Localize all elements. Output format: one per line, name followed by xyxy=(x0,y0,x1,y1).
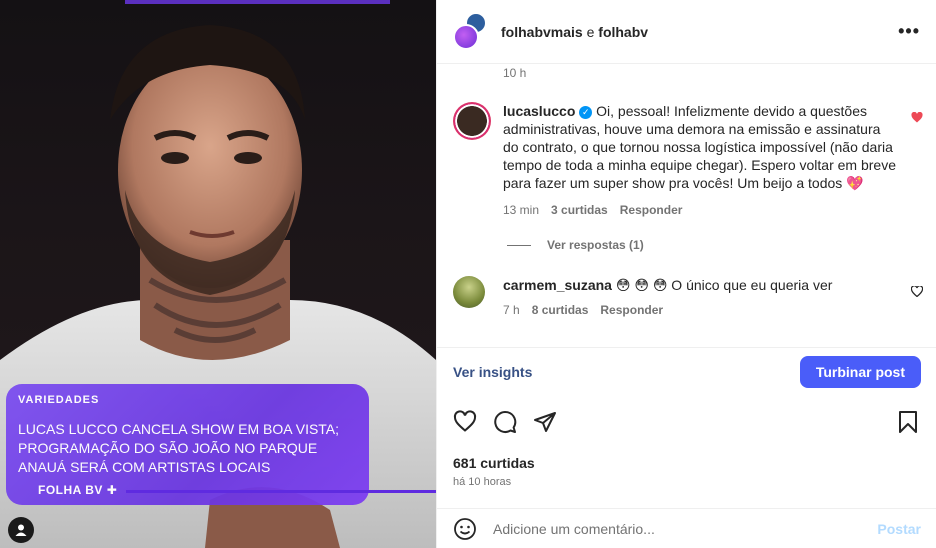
add-comment-bar: Adicione um comentário... Postar xyxy=(437,508,936,548)
save-bookmark-icon[interactable] xyxy=(897,410,919,434)
post-sidebar: folhabvmais e folhabv ••• 10 h lucaslucc… xyxy=(436,0,936,548)
avatar[interactable] xyxy=(453,276,485,308)
comment-text: 😳 😳 😳 O único que eu queria ver xyxy=(615,277,833,293)
like-icon[interactable] xyxy=(453,410,477,434)
comment-time: 7 h xyxy=(503,303,520,317)
news-brand: FOLHA BV ✚ xyxy=(38,483,118,497)
author-link-2[interactable]: folhabv xyxy=(598,24,648,40)
comment-username[interactable]: carmem_suzana xyxy=(503,277,612,293)
share-icon[interactable] xyxy=(533,410,557,434)
verified-badge-icon: ✓ xyxy=(579,106,593,119)
post-caption-time: 10 h xyxy=(503,66,527,80)
post-comment-button[interactable]: Postar xyxy=(877,521,921,537)
comment-body: lucaslucco ✓ Oi, pessoal! Infelizmente d… xyxy=(503,102,898,192)
user-icon xyxy=(15,524,27,536)
post-age: há 10 horas xyxy=(453,476,512,488)
comment-likes[interactable]: 8 curtidas xyxy=(532,303,589,317)
post-actions xyxy=(453,410,921,440)
reply-button[interactable]: Responder xyxy=(600,303,663,317)
comment-time: 13 min xyxy=(503,203,540,217)
news-divider xyxy=(126,490,436,493)
post-media[interactable]: VARIEDADES LUCAS LUCCO CANCELA SHOW EM B… xyxy=(0,0,436,548)
likes-count[interactable]: 681 curtidas xyxy=(453,455,535,471)
top-accent-bar xyxy=(125,0,390,4)
comment-input[interactable]: Adicione um comentário... xyxy=(493,521,655,537)
post-authors[interactable]: folhabvmais e folhabv xyxy=(501,24,648,40)
view-insights-link[interactable]: Ver insights xyxy=(453,364,532,380)
heart-filled-icon[interactable] xyxy=(911,111,923,126)
view-replies-button[interactable]: Ver respostas (1) xyxy=(507,238,644,252)
boost-post-button[interactable]: Turbinar post xyxy=(799,355,921,388)
view-replies-label: Ver respostas (1) xyxy=(547,238,644,252)
comment-body: carmem_suzana 😳 😳 😳 O único que eu queri… xyxy=(503,276,898,294)
avatar[interactable] xyxy=(453,102,491,140)
comments-list[interactable]: 10 h lucaslucco ✓ Oi, pessoal! Infelizme… xyxy=(437,64,936,347)
comment-likes[interactable]: 3 curtidas xyxy=(551,203,608,217)
reply-button[interactable]: Responder xyxy=(620,203,683,217)
heart-outline-icon[interactable] xyxy=(910,285,924,300)
replies-divider xyxy=(507,244,531,246)
insights-bar: Ver insights Turbinar post xyxy=(437,347,936,395)
author-link-1[interactable]: folhabvmais xyxy=(501,24,583,40)
news-card: VARIEDADES LUCAS LUCCO CANCELA SHOW EM B… xyxy=(6,384,369,505)
post-header: folhabvmais e folhabv ••• xyxy=(437,0,936,64)
news-category: VARIEDADES xyxy=(18,394,100,406)
more-options-icon[interactable]: ••• xyxy=(898,21,920,42)
emoji-icon[interactable] xyxy=(453,517,477,541)
news-title: LUCAS LUCCO CANCELA SHOW EM BOA VISTA; P… xyxy=(18,421,340,475)
comment-meta: 13 min 3 curtidas Responder xyxy=(503,203,682,217)
comment-username[interactable]: lucaslucco xyxy=(503,103,575,119)
tagged-users-button[interactable] xyxy=(8,517,34,543)
comment-meta: 7 h 8 curtidas Responder xyxy=(503,303,663,317)
collab-avatar[interactable] xyxy=(453,11,487,50)
comment-icon[interactable] xyxy=(493,410,517,434)
